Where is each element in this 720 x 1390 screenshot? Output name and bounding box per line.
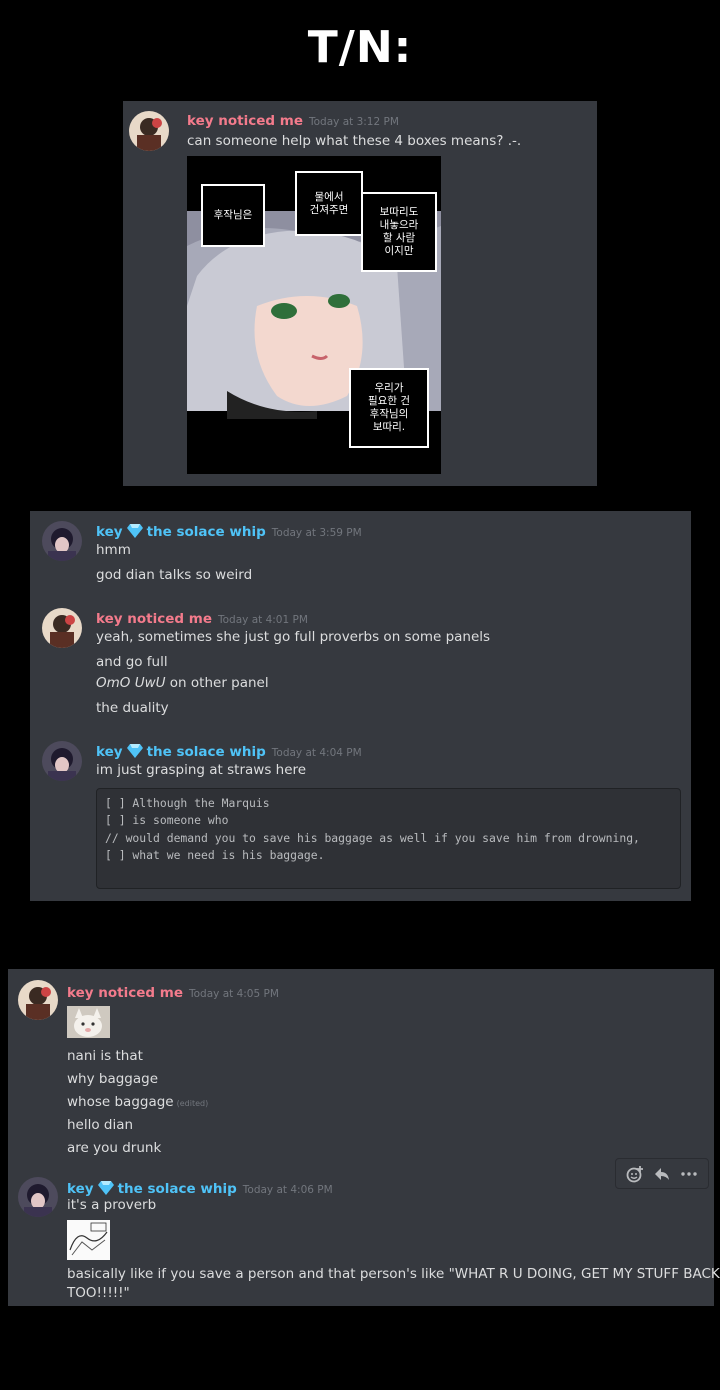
avatar[interactable]	[42, 521, 82, 561]
message-text: whose baggage (edited)	[67, 1094, 209, 1110]
message-text: hello dian	[67, 1117, 134, 1133]
avatar[interactable]	[129, 111, 169, 151]
timestamp: Today at 3:12 PM	[308, 116, 399, 128]
chat-panel-1: key noticed me Today at 3:12 PM can someo…	[123, 101, 597, 486]
code-line: [ ] Although the Marquis	[105, 796, 270, 810]
speech-box-3: 보따리도 내놓으라 할 사람 이지만	[361, 192, 437, 272]
cat-emoji-image[interactable]	[67, 1006, 110, 1038]
message-text: and go full	[96, 654, 168, 670]
avatar[interactable]	[42, 741, 82, 781]
page-title: T/N:	[307, 22, 413, 73]
username[interactable]: key noticed me	[96, 611, 212, 627]
username[interactable]: key	[96, 524, 123, 540]
timestamp: Today at 4:04 PM	[271, 747, 362, 759]
speech-box-1: 후작님은	[201, 184, 265, 247]
chat-panel-2: key the solace whip Today at 3:59 PM hmm g…	[30, 511, 691, 901]
gem-icon	[126, 744, 143, 758]
code-line: // would demand you to save his baggage …	[105, 830, 640, 845]
reply-icon[interactable]	[651, 1163, 673, 1185]
attached-image[interactable]: 후작님은 물에서 건져주면 보따리도 내놓으라 할 사람 이지만 우리가 필요한…	[187, 156, 441, 474]
gem-icon	[97, 1181, 114, 1195]
chat-panel-3: key noticed me Today at 4:05 PM nani is t…	[8, 969, 720, 1306]
code-block: [ ] Although the Marquis [ ] is someone …	[96, 788, 681, 889]
timestamp: Today at 4:05 PM	[188, 988, 279, 1000]
timestamp: Today at 4:06 PM	[242, 1184, 333, 1196]
username-nickname[interactable]: the solace whip	[118, 1181, 237, 1197]
code-line: [ ] is someone who	[105, 813, 229, 828]
message-text: yeah, sometimes she just go full proverb…	[96, 629, 491, 645]
speech-box-2: 물에서 건져주면	[295, 171, 363, 236]
message-text: im just grasping at straws here	[96, 762, 307, 778]
username[interactable]: key noticed me	[187, 113, 303, 129]
username[interactable]: key noticed me	[67, 985, 183, 1001]
proverb-image[interactable]	[67, 1220, 110, 1260]
username[interactable]: key	[96, 744, 123, 760]
avatar[interactable]	[18, 980, 58, 1020]
message-hover-toolbar	[615, 1158, 709, 1189]
message-text: hmm	[96, 542, 131, 558]
message-text: OmO UwU on other panel	[96, 675, 269, 691]
italic-text: OmO UwU	[96, 675, 166, 691]
message-text: are you drunk	[67, 1140, 162, 1156]
edited-tag: (edited)	[176, 1099, 209, 1108]
add-reaction-icon[interactable]	[624, 1163, 646, 1185]
more-icon[interactable]	[678, 1163, 700, 1185]
message-text: nani is that	[67, 1048, 143, 1064]
message-text: TOO!!!!!"	[67, 1285, 130, 1301]
username-nickname[interactable]: the solace whip	[147, 524, 266, 540]
message-text: the duality	[96, 700, 169, 716]
avatar[interactable]	[18, 1177, 58, 1217]
code-line: [ ] what we need is his baggage.	[105, 848, 325, 863]
gem-icon	[126, 524, 143, 538]
timestamp: Today at 3:59 PM	[271, 527, 362, 539]
timestamp: Today at 4:01 PM	[217, 614, 308, 626]
message-text: basically like if you save a person and …	[67, 1266, 720, 1282]
username-nickname[interactable]: the solace whip	[147, 744, 266, 760]
message-text: it's a proverb	[67, 1197, 157, 1213]
message-text: can someone help what these 4 boxes mean…	[187, 133, 522, 149]
speech-box-4: 우리가 필요한 건 후작님의 보따리.	[349, 368, 429, 448]
message-text: god dian talks so weird	[96, 567, 253, 583]
avatar[interactable]	[42, 608, 82, 648]
username[interactable]: key	[67, 1181, 94, 1197]
message-text: why baggage	[67, 1071, 159, 1087]
